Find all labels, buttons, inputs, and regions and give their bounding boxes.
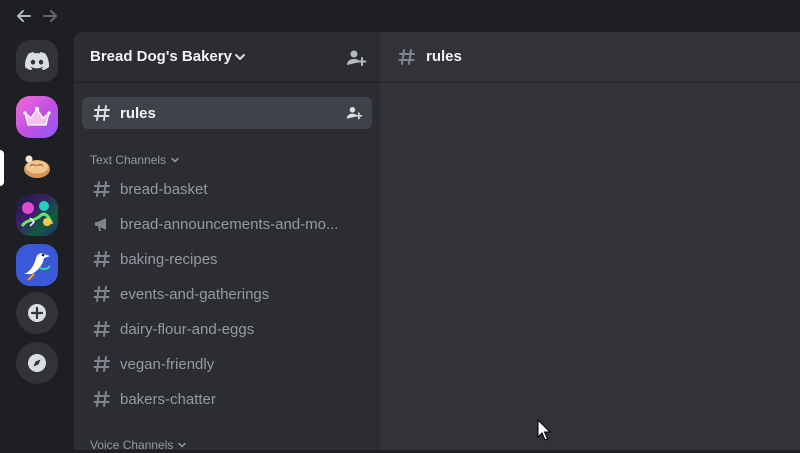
channel-baking-recipes[interactable]: baking-recipes (82, 243, 372, 275)
add-server-button[interactable] (16, 292, 58, 334)
hash-icon (92, 103, 112, 123)
category-voice-channels[interactable]: Voice Channels (90, 437, 187, 453)
art-icon (20, 201, 54, 227)
channel-title: rules (426, 48, 462, 65)
chevron-down-icon (178, 442, 187, 448)
channel-label: rules (120, 104, 156, 122)
chevron-down-icon[interactable] (234, 51, 246, 63)
channel-bread-announcements[interactable]: bread-announcements-and-mo... (82, 208, 372, 240)
crown-icon (23, 107, 51, 126)
channel-bread-basket[interactable]: bread-basket (82, 173, 372, 205)
selected-server-indicator (0, 150, 4, 186)
channel-label: bakers-chatter (120, 390, 216, 408)
server-header[interactable]: Bread Dog's Bakery (74, 32, 380, 83)
channel-label: bread-announcements-and-mo... (120, 215, 339, 233)
hash-icon (92, 389, 112, 409)
channel-bakers-chatter[interactable]: bakers-chatter (82, 383, 372, 415)
mouse-cursor-icon (537, 419, 551, 441)
direct-messages-button[interactable] (16, 40, 58, 82)
hash-icon (92, 284, 112, 304)
channel-dairy-flour-and-eggs[interactable]: dairy-flour-and-eggs (82, 313, 372, 345)
channel-events-and-gatherings[interactable]: events-and-gatherings (82, 278, 372, 310)
server-art[interactable] (16, 194, 58, 236)
bird-icon (24, 253, 51, 281)
discord-logo-icon (25, 52, 49, 70)
title-bar (0, 0, 800, 32)
channel-sidebar: Bread Dog's Bakery rules Text Channels b… (74, 32, 380, 453)
channel-rules[interactable]: rules (82, 97, 372, 129)
category-text-channels[interactable]: Text Channels (90, 152, 180, 168)
megaphone-icon (92, 214, 112, 234)
hash-icon (92, 354, 112, 374)
hash-icon (92, 249, 112, 269)
invite-people-icon[interactable] (346, 48, 366, 68)
arrow-left-icon[interactable] (14, 6, 34, 26)
explore-servers-button[interactable] (16, 342, 58, 384)
server-bread-dogs-bakery[interactable] (16, 146, 58, 188)
compass-icon (28, 354, 46, 372)
bread-icon (24, 155, 50, 178)
plus-icon (28, 304, 46, 322)
channel-label: events-and-gatherings (120, 285, 270, 303)
channel-label: vegan-friendly (120, 355, 215, 373)
server-name: Bread Dog's Bakery (90, 48, 232, 65)
hash-icon (398, 49, 415, 65)
chat-area: rules (380, 32, 800, 450)
channel-label: bread-basket (120, 180, 208, 198)
server-bird[interactable] (16, 244, 58, 286)
create-invite-icon[interactable] (346, 105, 362, 121)
category-label: Text Channels (90, 153, 167, 167)
arrow-right-icon[interactable] (40, 6, 60, 26)
server-crown[interactable] (16, 96, 58, 138)
chevron-down-icon (171, 157, 179, 163)
hash-icon (92, 179, 112, 199)
server-rail (0, 32, 72, 450)
channel-label: dairy-flour-and-eggs (120, 320, 255, 338)
channel-vegan-friendly[interactable]: vegan-friendly (82, 348, 372, 380)
channel-header: rules (380, 32, 800, 83)
channel-label: baking-recipes (120, 250, 218, 268)
hash-icon (92, 319, 112, 339)
